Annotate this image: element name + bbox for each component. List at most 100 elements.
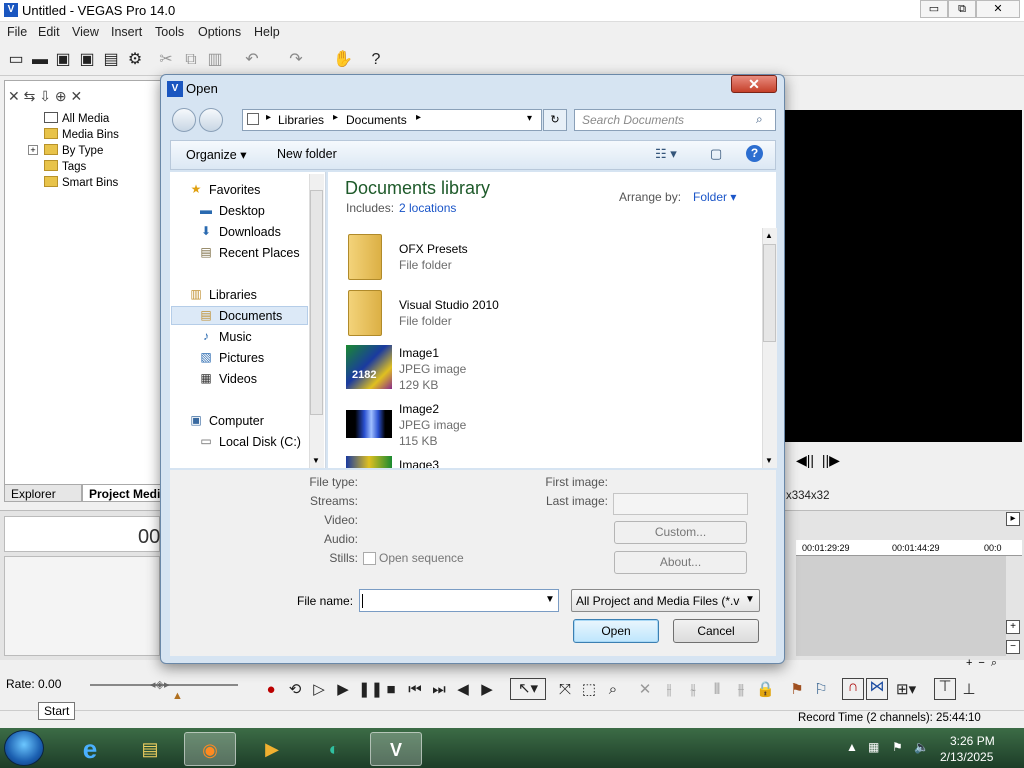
go-to-start-icon[interactable]: ⏮	[406, 682, 424, 698]
breadcrumb-libraries[interactable]: Libraries	[278, 113, 324, 127]
previous-frame-icon[interactable]: ◀||	[796, 452, 814, 468]
scroll-down-icon[interactable]: ▼	[765, 456, 773, 465]
menu-insert[interactable]: Insert	[111, 25, 142, 39]
auto-crossfade-icon[interactable]: ⋈	[866, 678, 888, 700]
open-sequence-checkbox[interactable]	[363, 552, 376, 565]
cancel-button[interactable]: Cancel	[673, 619, 759, 643]
media-player-icon[interactable]: ▶	[246, 732, 298, 766]
start-button[interactable]	[4, 730, 44, 766]
new-folder-button[interactable]: New folder	[277, 147, 337, 161]
image-thumbnail[interactable]: 2182	[346, 345, 392, 389]
nav-documents[interactable]: Documents	[219, 309, 282, 323]
zoom-out-icon[interactable]: −	[1006, 640, 1020, 654]
internet-explorer-icon[interactable]: e	[64, 732, 116, 766]
file-name[interactable]: Image1	[399, 346, 439, 360]
undo-icon[interactable]: ↶	[242, 50, 262, 70]
preview-pane-icon[interactable]: ▢	[710, 146, 722, 162]
image-thumbnail[interactable]	[346, 456, 392, 468]
clock-time[interactable]: 3:26 PM	[950, 734, 995, 748]
loop-icon[interactable]: ⟲	[286, 682, 304, 698]
breadcrumb-separator-icon[interactable]: ▸	[416, 112, 421, 123]
delete-icon[interactable]: ✕	[636, 682, 654, 698]
save-icon[interactable]: ▣	[53, 50, 73, 70]
new-icon[interactable]: ▭	[6, 50, 26, 70]
close-app-button[interactable]: ✕	[976, 0, 1020, 18]
track-area[interactable]	[796, 556, 1006, 656]
explorer-toolbar-icons[interactable]: ✕ ⇆ ⇩ ⊕ ✕	[8, 88, 82, 105]
tree-item-tags[interactable]: Tags	[44, 159, 86, 175]
snapping-icon[interactable]: ∩	[842, 678, 864, 700]
region-icon[interactable]: ⚐	[812, 682, 830, 698]
file-name[interactable]: Image2	[399, 402, 439, 416]
play-icon[interactable]: ▶	[334, 682, 352, 698]
normal-edit-tool-icon[interactable]: ↖▾	[510, 678, 546, 700]
breadcrumb-separator-icon[interactable]: ▸	[266, 112, 271, 123]
forward-button[interactable]	[199, 108, 223, 132]
menu-help[interactable]: Help	[254, 25, 280, 39]
file-name[interactable]: Visual Studio 2010	[399, 298, 499, 312]
envelope-tool-icon[interactable]: ⤧	[556, 682, 574, 698]
network-icon[interactable]: ▦	[868, 740, 879, 754]
timeline-ruler[interactable]: 00:01:29:29 00:01:44:29 00:0	[796, 540, 1022, 556]
lock-icon[interactable]: 🔒	[756, 682, 775, 698]
dialog-close-button[interactable]: ✕	[731, 75, 777, 93]
rate-slider-thumb[interactable]: ◂◈▸	[150, 678, 170, 691]
play-from-start-icon[interactable]: ▷	[310, 682, 328, 698]
scroll-down-icon[interactable]: ▼	[312, 456, 320, 465]
custom-button[interactable]: Custom...	[614, 521, 747, 544]
zoom-tool-icon[interactable]: ⌕	[604, 682, 622, 698]
ignore-grouping-icon[interactable]: ⊥	[960, 682, 978, 698]
about-button[interactable]: About...	[614, 551, 747, 574]
stop-icon[interactable]: ■	[382, 682, 400, 698]
file-list-scrollbar-thumb[interactable]	[763, 244, 776, 342]
whats-this-icon[interactable]: ?	[366, 50, 386, 70]
render-icon[interactable]: ▤	[101, 50, 121, 70]
firefox-icon[interactable]: ◉	[184, 732, 236, 766]
cut-icon[interactable]: ✂	[156, 50, 176, 70]
nav-libraries[interactable]: Libraries	[209, 288, 257, 302]
nav-downloads[interactable]: Downloads	[219, 225, 281, 239]
trim-start-icon[interactable]: ⫳	[684, 682, 702, 698]
action-center-icon[interactable]: ⚑	[892, 740, 903, 754]
nav-computer[interactable]: Computer	[209, 414, 264, 428]
edge-icon[interactable]: ◐	[308, 732, 360, 766]
nav-music[interactable]: Music	[219, 330, 252, 344]
library-locations-link[interactable]: 2 locations	[399, 201, 456, 215]
open-icon[interactable]: ▬	[30, 50, 50, 70]
show-hidden-icons-icon[interactable]: ▲	[846, 740, 858, 754]
timeline-zoom-controls[interactable]: +−⌕	[966, 657, 1003, 670]
scroll-up-icon[interactable]: ▲	[765, 231, 773, 240]
expand-timeline-icon[interactable]: ▸	[1006, 512, 1020, 526]
nav-favorites[interactable]: Favorites	[209, 183, 260, 197]
split-icon[interactable]: ⫵	[732, 682, 750, 698]
image-thumbnail[interactable]	[346, 410, 392, 438]
properties-icon[interactable]: ⚙	[125, 50, 145, 70]
marker-icon[interactable]: ⚑	[788, 682, 806, 698]
redo-icon[interactable]: ↷	[286, 50, 306, 70]
volume-muted-icon[interactable]: 🔈	[914, 740, 929, 754]
menu-options[interactable]: Options	[198, 25, 241, 39]
arrange-by-dropdown[interactable]: Folder ▾	[693, 190, 736, 204]
go-to-end-icon[interactable]: ⏭	[430, 682, 448, 698]
file-name-dropdown-icon[interactable]: ▼	[545, 594, 555, 605]
menu-view[interactable]: View	[72, 25, 99, 39]
tree-item-by-type[interactable]: By Type	[44, 143, 103, 159]
tree-item-smart-bins[interactable]: Smart Bins	[44, 175, 118, 191]
nav-desktop[interactable]: Desktop	[219, 204, 265, 218]
nav-pictures[interactable]: Pictures	[219, 351, 264, 365]
file-type-dropdown-icon[interactable]: ▼	[745, 594, 755, 605]
menu-tools[interactable]: Tools	[155, 25, 184, 39]
organize-button[interactable]: Organize ▾	[186, 147, 246, 162]
lock-envelopes-icon[interactable]: ⊤	[934, 678, 956, 700]
nav-scrollbar-thumb[interactable]	[310, 190, 323, 415]
tab-project-media[interactable]: Project Media	[82, 484, 162, 502]
refresh-button[interactable]: ↻	[543, 109, 567, 131]
tree-item-media-bins[interactable]: Media Bins	[44, 127, 119, 143]
clock-date[interactable]: 2/13/2025	[940, 750, 993, 764]
next-frame-icon[interactable]: ▶	[478, 682, 496, 698]
trim-icon[interactable]: ⫲	[660, 682, 678, 698]
file-name-input[interactable]	[359, 589, 559, 612]
tree-item-all-media[interactable]: All Media	[44, 111, 109, 127]
zoom-in-icon[interactable]: +	[1006, 620, 1020, 634]
breadcrumb-separator-icon[interactable]: ▸	[333, 112, 338, 123]
